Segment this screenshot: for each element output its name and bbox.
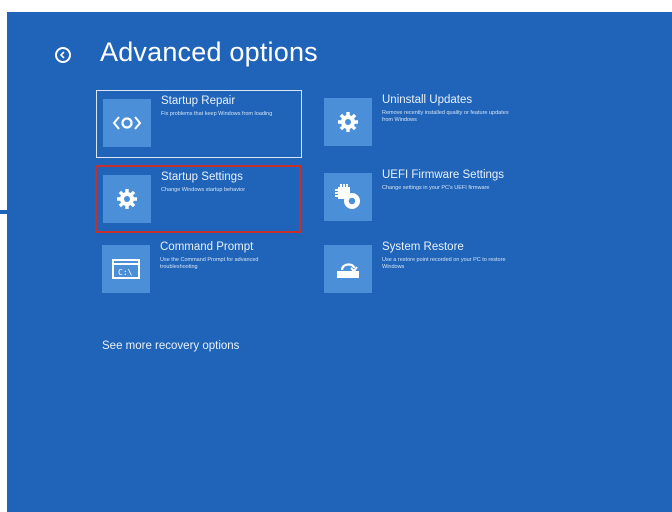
tile-description: Change settings in your PC's UEFI firmwa…: [382, 185, 490, 191]
system-restore-icon: [324, 245, 372, 293]
more-recovery-options-link[interactable]: See more recovery options: [102, 340, 239, 352]
system-restore-tile[interactable]: System Restore Use a restore point recor…: [318, 237, 524, 305]
command-prompt-tile[interactable]: C:\ Command Prompt Use the Command Promp…: [96, 237, 302, 305]
uninstall-updates-tile[interactable]: Uninstall Updates Remove recently instal…: [318, 90, 524, 158]
uefi-firmware-settings-tile[interactable]: UEFI Firmware Settings Change settings i…: [318, 165, 524, 233]
page-title: Advanced options: [100, 37, 318, 67]
gear-icon: [324, 98, 372, 146]
startup-settings-tile[interactable]: Startup Settings Change Windows startup …: [95, 165, 301, 233]
command-prompt-icon: C:\: [102, 245, 150, 293]
tile-title: Uninstall Updates: [382, 94, 473, 106]
edge-marker: [0, 210, 10, 214]
startup-repair-icon: [103, 99, 151, 147]
svg-text:C:\: C:\: [118, 268, 133, 277]
gear-icon: [103, 175, 151, 223]
back-arrow-icon: [59, 51, 65, 59]
tile-description: Use the Command Prompt for advanced trou…: [160, 257, 259, 270]
tile-title: UEFI Firmware Settings: [382, 169, 505, 181]
tile-description: Change Windows startup behavior: [161, 187, 246, 193]
back-button[interactable]: [55, 47, 71, 63]
startup-repair-tile[interactable]: Startup Repair Fix problems that keep Wi…: [96, 90, 302, 158]
tile-description: Fix problems that keep Windows from load…: [161, 111, 273, 117]
firmware-settings-icon: [324, 173, 372, 221]
tile-title: Startup Repair: [161, 95, 236, 107]
tile-description: Remove recently installed quality or fea…: [382, 110, 509, 123]
tile-title: System Restore: [382, 241, 464, 253]
tile-title: Startup Settings: [161, 171, 243, 183]
tile-title: Command Prompt: [160, 241, 254, 253]
tile-description: Use a restore point recorded on your PC …: [382, 257, 506, 270]
